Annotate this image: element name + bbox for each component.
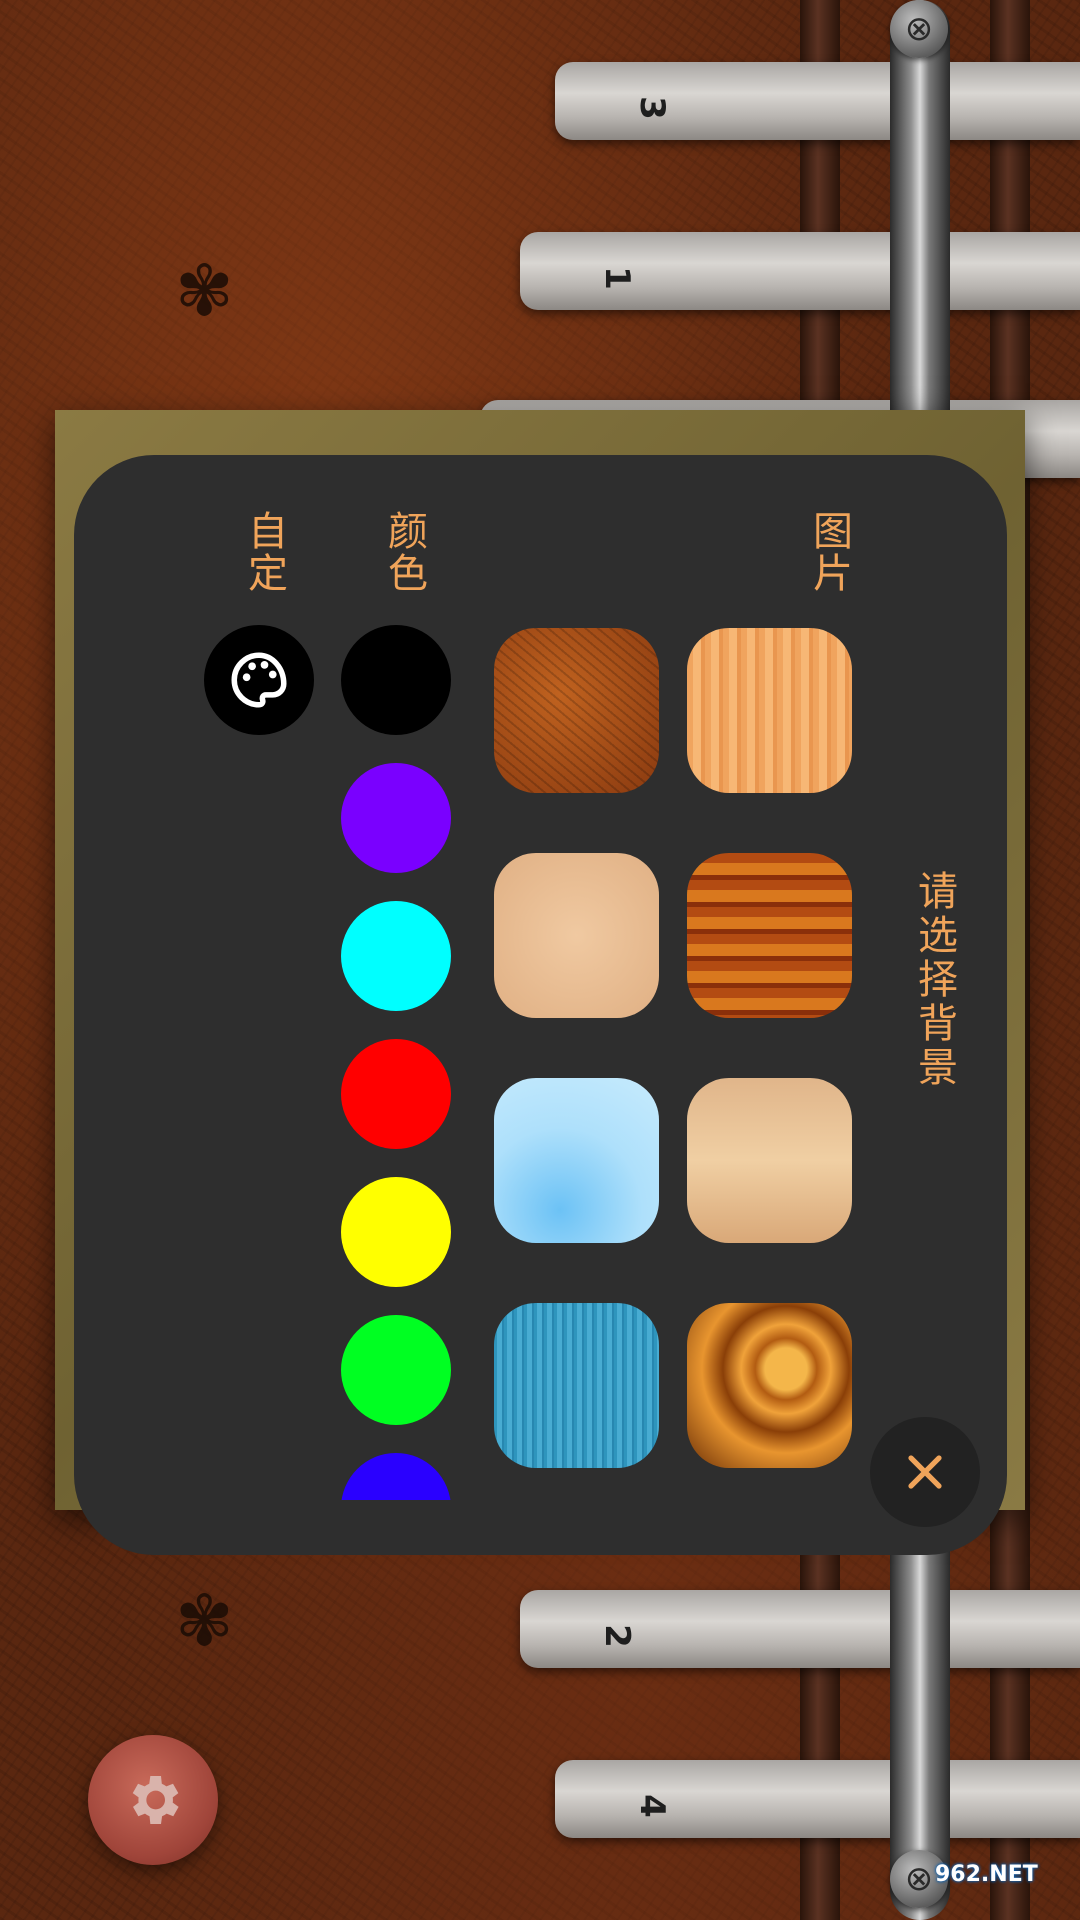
- bg-tile-red-brown-wood[interactable]: [687, 853, 852, 1018]
- screw-icon: ⊗: [904, 9, 934, 49]
- close-icon: [908, 1455, 942, 1489]
- color-swatch-red[interactable]: [341, 1039, 451, 1149]
- color-swatch-green[interactable]: [341, 1315, 451, 1425]
- color-swatch-black[interactable]: [341, 625, 451, 735]
- settings-button[interactable]: [88, 1735, 218, 1865]
- color-swatch-yellow[interactable]: [341, 1177, 451, 1287]
- tine-label-4: 4: [631, 1794, 672, 1818]
- color-swatch-cyan[interactable]: [341, 901, 451, 1011]
- dialog-title: 请选择背景: [911, 870, 957, 1090]
- tine-label-2: 2: [596, 1624, 637, 1648]
- close-button[interactable]: [870, 1417, 980, 1527]
- bg-tile-pale-maple-wood[interactable]: [687, 1078, 852, 1243]
- tine-label-3: 3: [631, 96, 672, 120]
- section-label-colors: 颜色: [381, 510, 427, 594]
- watermark-logo: 962.NET: [935, 1862, 1038, 1887]
- bg-tile-golden-burl-wood[interactable]: [687, 1303, 852, 1468]
- color-swatch-blue-partial[interactable]: [341, 1453, 451, 1500]
- palette-icon: [231, 652, 287, 708]
- section-label-custom: 自定: [241, 510, 287, 594]
- gear-icon: [132, 1776, 179, 1824]
- bg-tile-blue-fabric[interactable]: [494, 1303, 659, 1468]
- bg-tile-light-pine-wood[interactable]: [687, 628, 852, 793]
- color-swatch-purple[interactable]: [341, 763, 451, 873]
- section-label-images: 图片: [806, 510, 852, 594]
- bg-tile-brown-leather[interactable]: [494, 628, 659, 793]
- bg-tile-light-blue-gradient[interactable]: [494, 1078, 659, 1243]
- bg-tile-beige-cork[interactable]: [494, 853, 659, 1018]
- tine-label-1: 1: [596, 266, 637, 290]
- flourish-ornament-bottom: ✾: [175, 1580, 234, 1662]
- custom-color-button[interactable]: [204, 625, 314, 735]
- top-screw: ⊗: [890, 0, 948, 58]
- flourish-ornament-top: ✾: [175, 250, 234, 332]
